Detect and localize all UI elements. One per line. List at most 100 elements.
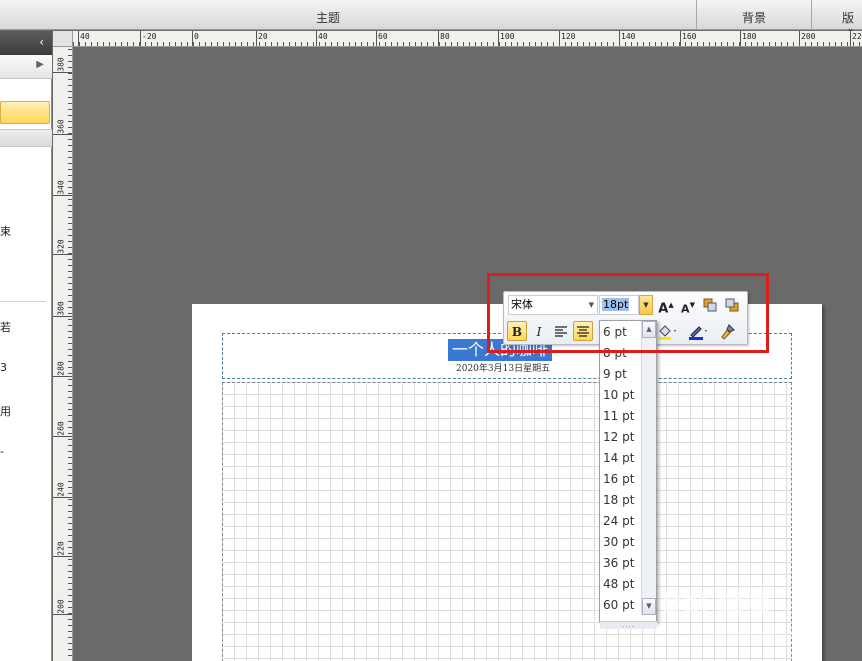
watermark-logo: Bai 经验 <box>662 588 770 618</box>
ruler-minor-tick <box>163 42 164 46</box>
ruler-minor-tick <box>211 42 212 46</box>
ruler-minor-tick <box>68 373 72 374</box>
ruler-minor-tick <box>68 367 72 368</box>
ruler-minor-tick <box>68 457 72 458</box>
date-text[interactable]: 2020年3月13日星期五 <box>456 361 550 374</box>
font-size-option[interactable]: 24 pt <box>603 511 643 532</box>
ruler-minor-tick <box>619 42 620 46</box>
ruler-minor-tick <box>68 433 72 434</box>
resize-grip-icon[interactable]: .... <box>600 621 657 629</box>
ruler-major-tick <box>376 31 377 46</box>
ruler-minor-tick <box>68 283 72 284</box>
ruler-minor-tick <box>643 42 644 46</box>
ruler-minor-tick <box>517 42 518 46</box>
ruler-minor-tick <box>181 42 182 46</box>
ruler-minor-tick <box>68 133 72 134</box>
ruler-minor-tick <box>68 631 72 632</box>
ruler-minor-tick <box>607 42 608 46</box>
ruler-minor-tick <box>817 42 818 46</box>
ruler-minor-tick <box>319 42 320 46</box>
ruler-minor-tick <box>68 385 72 386</box>
ruler-number: 100 <box>500 32 515 41</box>
ruler-number: 220 <box>852 32 862 41</box>
ruler-minor-tick <box>583 42 584 46</box>
app-window: 主题 背景 版式 ‹ ▶ 束 若 3 用 - 40-20020406080100… <box>0 0 862 661</box>
ruler-minor-tick <box>217 42 218 46</box>
ruler-minor-tick <box>68 325 72 326</box>
ruler-minor-tick <box>68 223 72 224</box>
list-scrollbar[interactable]: ▲ ▼ <box>641 321 656 615</box>
ruler-minor-tick <box>68 493 72 494</box>
font-size-option[interactable]: 60 pt <box>603 595 643 616</box>
background-tab[interactable]: 背景 <box>742 9 766 26</box>
ruler-minor-tick <box>68 409 72 410</box>
ruler-number: 180 <box>742 32 757 41</box>
font-size-option[interactable]: 16 pt <box>603 469 643 490</box>
ruler-minor-tick <box>68 151 72 152</box>
font-size-option[interactable]: 10 pt <box>603 385 643 406</box>
watermark-url: jingyan.baidu.com <box>706 626 808 639</box>
ruler-minor-tick <box>271 42 272 46</box>
ruler-minor-tick <box>68 475 72 476</box>
ruler-minor-tick <box>68 169 72 170</box>
font-size-option[interactable]: 36 pt <box>603 553 643 574</box>
ruler-minor-tick <box>697 42 698 46</box>
ruler-minor-tick <box>68 121 72 122</box>
font-size-option[interactable]: 11 pt <box>603 406 643 427</box>
ruler-minor-tick <box>241 42 242 46</box>
ruler-number: 220 <box>56 541 66 556</box>
ruler-minor-tick <box>68 583 72 584</box>
font-size-option[interactable]: 30 pt <box>603 532 643 553</box>
ruler-minor-tick <box>68 655 72 656</box>
ruler-major-tick <box>53 376 72 377</box>
ruler-minor-tick <box>68 361 72 362</box>
ruler-minor-tick <box>553 42 554 46</box>
panel-item-text[interactable]: 若 <box>0 319 11 335</box>
ruler-minor-tick <box>235 42 236 46</box>
ruler-number: 280 <box>56 361 66 376</box>
panel-section-band <box>0 129 52 147</box>
ruler-minor-tick <box>709 42 710 46</box>
ruler-minor-tick <box>829 42 830 46</box>
ruler-minor-tick <box>68 247 72 248</box>
panel-item-text[interactable]: 束 <box>0 223 11 239</box>
ruler-minor-tick <box>337 42 338 46</box>
expand-arrow-icon[interactable]: ▶ <box>36 59 44 70</box>
collapse-panel-icon[interactable]: ‹ <box>39 35 44 49</box>
font-size-option[interactable]: 14 pt <box>603 448 643 469</box>
ruler-minor-tick <box>397 42 398 46</box>
ruler-minor-tick <box>631 42 632 46</box>
ruler-minor-tick <box>68 55 72 56</box>
font-size-option[interactable]: 9 pt <box>603 364 643 385</box>
ruler-minor-tick <box>68 61 72 62</box>
ruler-minor-tick <box>715 42 716 46</box>
theme-tab[interactable]: 主题 <box>316 9 340 26</box>
ruler-minor-tick <box>385 42 386 46</box>
font-size-option[interactable]: 12 pt <box>603 427 643 448</box>
ruler-minor-tick <box>445 42 446 46</box>
ruler-major-tick <box>316 31 317 46</box>
ruler-minor-tick <box>193 42 194 46</box>
ruler-minor-tick <box>68 415 72 416</box>
panel-item-text[interactable]: 用 <box>0 403 11 419</box>
ruler-minor-tick <box>68 205 72 206</box>
ruler-major-tick <box>53 254 72 255</box>
ruler-minor-tick <box>68 541 72 542</box>
panel-item-text[interactable]: - <box>0 445 4 458</box>
font-size-option[interactable]: 48 pt <box>603 574 643 595</box>
ruler-minor-tick <box>349 42 350 46</box>
ruler-minor-tick <box>68 181 72 182</box>
ruler-minor-tick <box>68 319 72 320</box>
ruler-minor-tick <box>637 42 638 46</box>
panel-item-text[interactable]: 3 <box>0 361 7 374</box>
selected-panel-item[interactable] <box>0 101 50 124</box>
ruler-minor-tick <box>68 637 72 638</box>
ruler-minor-tick <box>68 565 72 566</box>
ruler-minor-tick <box>68 265 72 266</box>
body-grid-frame[interactable] <box>222 382 792 661</box>
ruler-minor-tick <box>859 42 860 46</box>
ruler-number: -20 <box>142 32 157 41</box>
scroll-down-icon[interactable]: ▼ <box>642 598 656 615</box>
font-size-option[interactable]: 18 pt <box>603 490 643 511</box>
ruler-minor-tick <box>499 42 500 46</box>
